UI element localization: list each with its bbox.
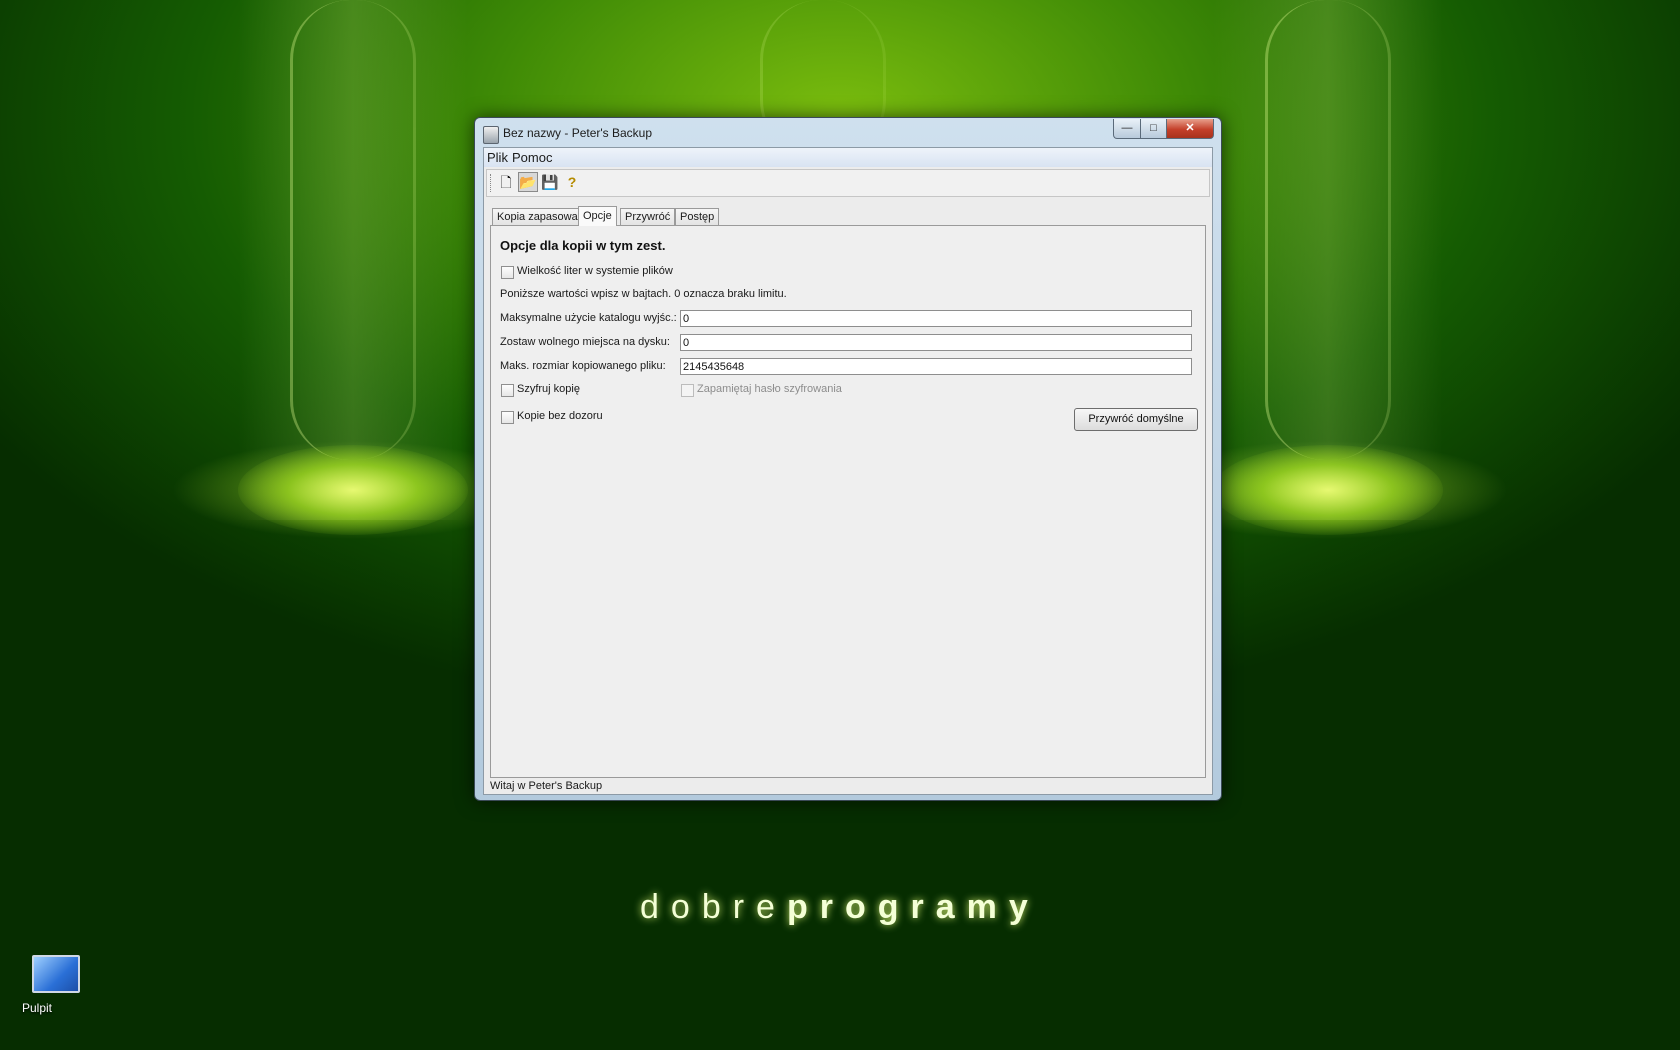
wallpaper-brand: dobreprogramy: [640, 888, 1040, 927]
new-file-icon[interactable]: 🗋: [496, 172, 516, 192]
wallpaper-swirl: [1265, 0, 1391, 460]
wallpaper-glow-right: [1213, 445, 1443, 535]
app-window: Bez nazwy - Peter's Backup — □ ✕ Plik Po…: [474, 117, 1222, 801]
encrypt-label: Szyfruj kopię: [517, 383, 580, 395]
unattended-label: Kopie bez dozoru: [517, 410, 603, 422]
max-file-label: Maks. rozmiar kopiowanego pliku:: [500, 360, 666, 372]
desktop-icon-pulpit[interactable]: Pulpit: [22, 955, 90, 1015]
tab-kopia-zapasowa[interactable]: Kopia zapasowa: [492, 208, 583, 225]
free-space-label: Zostaw wolnego miejsca na dysku:: [500, 336, 670, 348]
tab-postep[interactable]: Postęp: [675, 208, 720, 225]
menu-pomoc[interactable]: Pomoc: [512, 150, 552, 165]
bytes-note: Poniższe wartości wpisz w bajtach. 0 ozn…: [500, 288, 787, 300]
case-sensitive-checkbox[interactable]: [501, 266, 514, 279]
minimize-button[interactable]: —: [1113, 119, 1141, 139]
remember-password-checkbox[interactable]: [681, 384, 694, 397]
restore-defaults-button[interactable]: Przywróć domyślne: [1074, 408, 1198, 431]
max-file-input[interactable]: 2145435648: [680, 358, 1192, 375]
toolbar-grip[interactable]: [490, 174, 493, 192]
wallpaper-glow-left: [238, 445, 468, 535]
status-bar-text: Witaj w Peter's Backup: [490, 780, 603, 792]
max-usage-input[interactable]: 0: [680, 310, 1192, 327]
max-usage-label: Maksymalne użycie katalogu wyjśc.:: [500, 312, 677, 324]
open-folder-icon[interactable]: 📂: [518, 172, 538, 192]
help-icon[interactable]: ?: [562, 172, 582, 192]
case-sensitive-label: Wielkość liter w systemie plików: [517, 265, 673, 277]
maximize-button[interactable]: □: [1140, 119, 1167, 139]
menu-bar: Plik Pomoc: [484, 148, 1212, 167]
tab-opcje[interactable]: Opcje: [578, 206, 617, 226]
free-space-input[interactable]: 0: [680, 334, 1192, 351]
close-button[interactable]: ✕: [1166, 119, 1214, 139]
options-heading: Opcje dla kopii w tym zest.: [500, 238, 666, 253]
monitor-icon: [32, 955, 80, 993]
tab-przywroc[interactable]: Przywróć: [620, 208, 676, 225]
window-title: Bez nazwy - Peter's Backup: [503, 126, 653, 140]
title-bar[interactable]: Bez nazwy - Peter's Backup — □ ✕: [475, 118, 1221, 148]
wallpaper-swirl: [290, 0, 416, 460]
encrypt-checkbox[interactable]: [501, 384, 514, 397]
toolbar: 🗋 📂 💾 ?: [486, 169, 1210, 197]
desktop-icon-label: Pulpit: [22, 1001, 53, 1015]
brand-light: dobre: [640, 888, 787, 926]
options-panel: Opcje dla kopii w tym zest. Wielkość lit…: [490, 225, 1206, 778]
save-icon[interactable]: 💾: [540, 172, 560, 192]
unattended-checkbox[interactable]: [501, 411, 514, 424]
remember-password-label: Zapamiętaj hasło szyfrowania: [697, 383, 842, 395]
brand-bold: programy: [786, 888, 1040, 926]
window-client: Plik Pomoc 🗋 📂 💾 ? Kopia zapasowa Opcje …: [483, 147, 1213, 795]
app-icon: [483, 126, 499, 144]
menu-plik[interactable]: Plik: [487, 150, 508, 165]
